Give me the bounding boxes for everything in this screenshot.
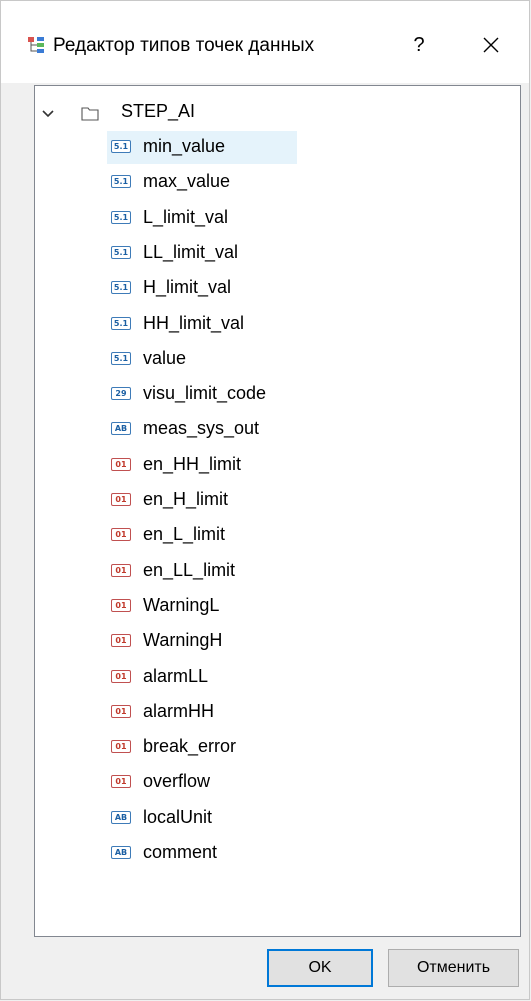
bool-type-icon: 01 — [111, 493, 131, 506]
tree-item[interactable]: 5.1 HH_limit_val — [107, 308, 297, 341]
tree-item-label: visu_limit_code — [143, 383, 267, 404]
tree-item[interactable]: 5.1 value — [107, 343, 297, 376]
tree-item-label: comment — [143, 842, 218, 862]
tree-item[interactable]: 01 en_LL_limit — [107, 555, 297, 588]
type-tree-icon — [28, 37, 44, 53]
tree-root-label: STEP_AI — [121, 101, 196, 121]
tree-item[interactable]: 01 en_L_limit — [107, 519, 297, 552]
help-button[interactable]: ? — [399, 27, 439, 63]
tree-item-label: break_error — [143, 736, 237, 757]
float-type-icon: 5.1 — [111, 175, 131, 189]
tree-item[interactable]: 5.1 H_limit_val — [107, 272, 297, 305]
tree-item[interactable]: 5.1 L_limit_val — [107, 202, 297, 235]
bool-type-icon: 01 — [111, 775, 131, 789]
tree-item-label: alarmLL — [143, 665, 209, 686]
ok-button[interactable]: OK — [267, 949, 373, 987]
tree-item-label: en_HH_limit — [143, 453, 242, 474]
tree-item-label: min_value — [143, 136, 226, 156]
cancel-button[interactable]: Отменить — [388, 949, 519, 987]
tree-item[interactable]: 01 en_H_limit — [107, 484, 297, 517]
tree-item-label: en_LL_limit — [143, 559, 236, 580]
tree-item[interactable]: 01 alarmHH — [107, 696, 297, 729]
float-type-icon: 5.1 — [111, 245, 131, 259]
dialog-window: Редактор типов точек данных ? STEP_AI 5.… — [0, 0, 530, 1000]
tree-item-label: WarningL — [143, 594, 220, 615]
tree-item-label: WarningH — [143, 630, 223, 651]
tree-item[interactable]: 5.1 max_value — [107, 166, 297, 199]
tree-item-label: value — [143, 347, 187, 368]
tree-item[interactable]: 01 overflow — [107, 766, 297, 799]
tree-item[interactable]: AB localUnit — [107, 802, 297, 835]
bool-type-icon: 01 — [111, 563, 131, 577]
close-icon[interactable] — [471, 27, 511, 63]
float-type-icon: 5.1 — [111, 316, 131, 330]
int-type-icon: 29 — [111, 387, 131, 401]
tree-item-label: en_H_limit — [143, 489, 229, 509]
tree-item-label: HH_limit_val — [143, 312, 245, 333]
tree-item[interactable]: 5.1 min_value — [107, 131, 297, 164]
folder-icon — [81, 107, 99, 121]
tree-item[interactable]: 01 break_error — [107, 731, 297, 764]
tree-root-node[interactable]: STEP_AI — [35, 98, 335, 128]
tree-item-label: LL_limit_val — [143, 241, 239, 262]
str-type-icon: AB — [111, 810, 131, 824]
float-type-icon: 5.1 — [111, 281, 131, 295]
str-type-icon: AB — [111, 846, 131, 859]
bool-type-icon: 01 — [111, 457, 131, 471]
chevron-down-icon[interactable] — [41, 107, 55, 121]
tree-item-label: localUnit — [143, 806, 213, 827]
tree-item[interactable]: 01 WarningH — [107, 625, 297, 658]
bool-type-icon: 01 — [111, 740, 131, 754]
tree-item-label: meas_sys_out — [143, 418, 260, 439]
float-type-icon: 5.1 — [111, 351, 131, 365]
window-title: Редактор типов точек данных — [53, 35, 315, 56]
float-type-icon: 5.1 — [111, 140, 131, 153]
tree-item[interactable]: 01 en_HH_limit — [107, 449, 297, 482]
bool-type-icon: 01 — [111, 634, 131, 648]
title-bar: Редактор типов точек данных ? — [1, 1, 529, 83]
tree-item-label: max_value — [143, 171, 231, 192]
tree-item-label: overflow — [143, 771, 211, 792]
tree-item[interactable]: AB comment — [107, 837, 297, 870]
type-tree[interactable]: STEP_AI 5.1 min_value 5.1 max_value 5.1 L_lim… — [34, 85, 521, 937]
bool-type-icon: 01 — [111, 598, 131, 612]
tree-item[interactable]: 29 visu_limit_code — [107, 378, 297, 411]
float-type-icon: 5.1 — [111, 210, 131, 224]
bool-type-icon: 01 — [111, 704, 131, 718]
bool-type-icon: 01 — [111, 669, 131, 683]
tree-item[interactable]: AB meas_sys_out — [107, 413, 297, 446]
tree-item-label: alarmHH — [143, 700, 215, 721]
str-type-icon: AB — [111, 422, 131, 436]
tree-item[interactable]: 5.1 LL_limit_val — [107, 237, 297, 270]
tree-item-label: H_limit_val — [143, 277, 232, 298]
tree-item[interactable]: 01 WarningL — [107, 590, 297, 623]
tree-item[interactable]: 01 alarmLL — [107, 661, 297, 694]
bool-type-icon: 01 — [111, 528, 131, 542]
tree-item-label: L_limit_val — [143, 206, 229, 227]
tree-item-label: en_L_limit — [143, 524, 226, 545]
